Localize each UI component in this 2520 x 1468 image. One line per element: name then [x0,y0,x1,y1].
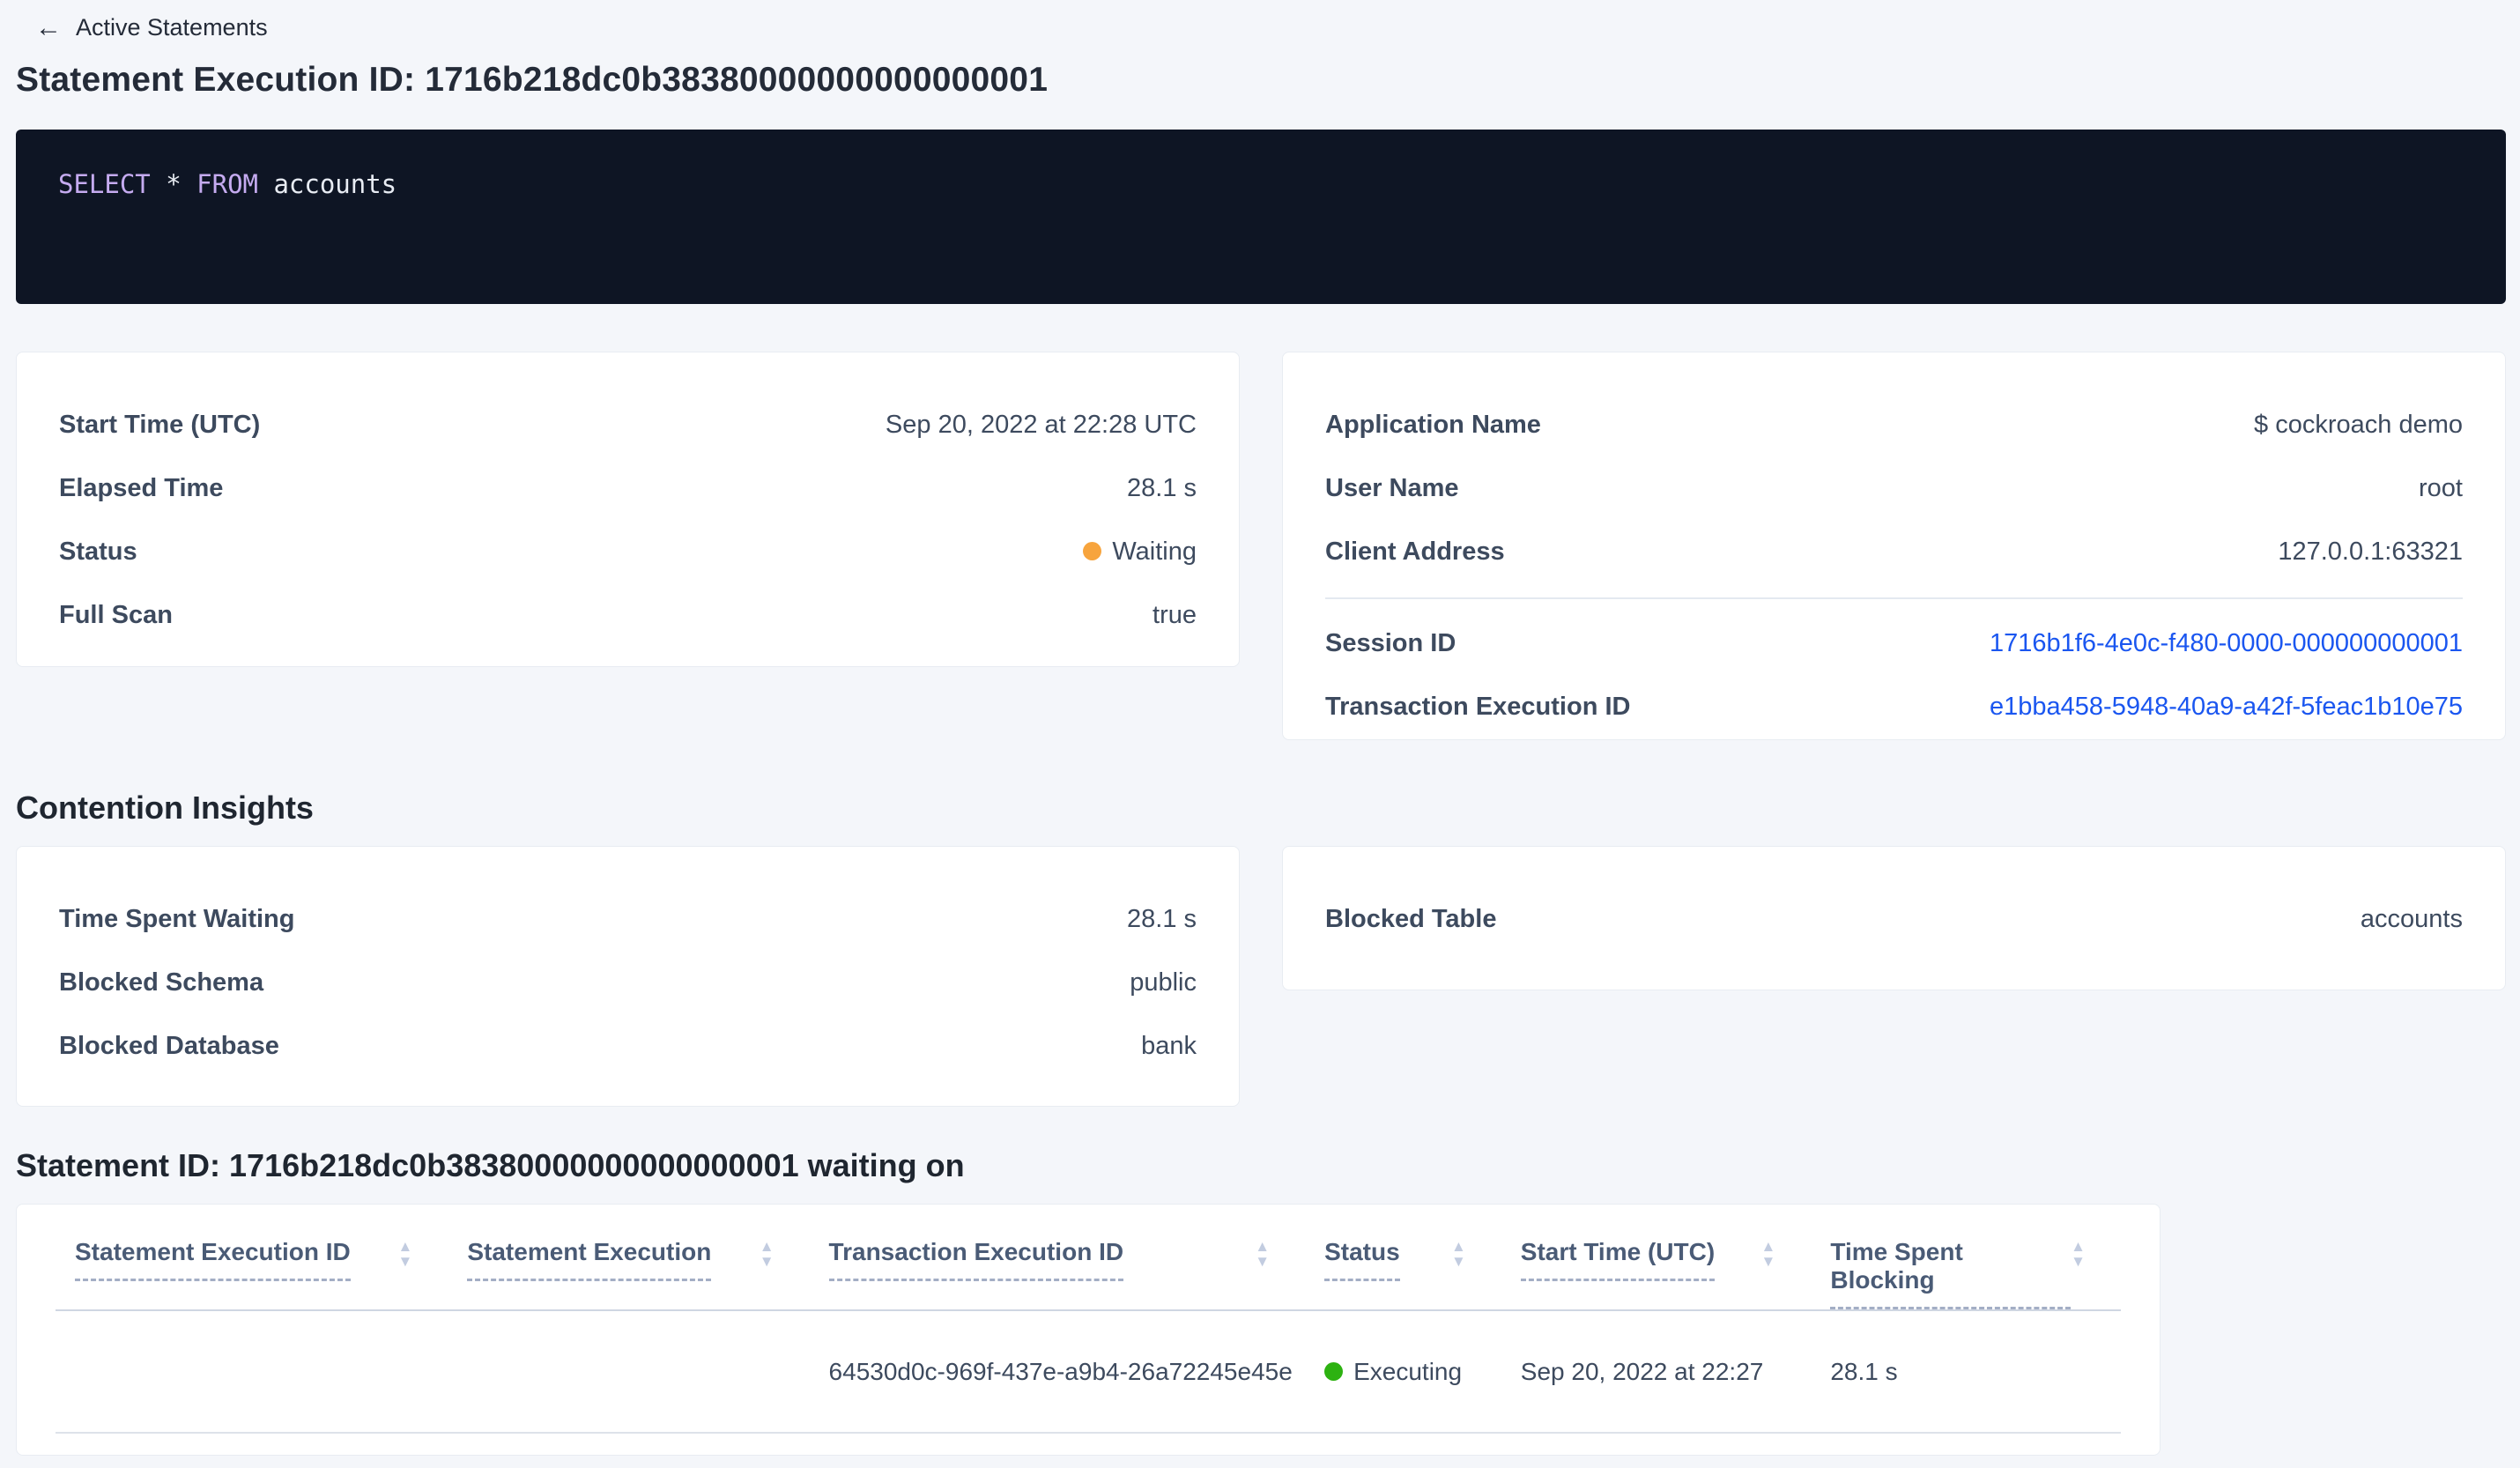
waiting-on-table: Statement Execution ID ▲ ▼ Statement Exec… [56,1205,2121,1434]
sql-keyword: SELECT [58,169,151,199]
start-time-label: Start Time (UTC) [59,410,261,439]
blocked-database-value: bank [1141,1031,1197,1060]
session-id-label: Session ID [1325,628,1456,657]
column-header-statement-execution-id[interactable]: Statement Execution ID ▲ ▼ [56,1205,448,1311]
blocked-schema-value: public [1130,968,1197,997]
waiting-status-dot-icon [1083,541,1102,560]
status-text: Waiting [1112,537,1197,566]
page-title: Statement Execution ID: 1716b218dc0b3838… [16,61,1049,99]
blocked-table-card: Blocked Table accounts [1282,846,2506,990]
full-scan-value: true [1153,600,1197,629]
contention-grid: Time Spent Waiting 28.1 s Blocked Schema… [16,846,2506,1107]
column-label: Status [1324,1238,1400,1281]
cell-statement-execution-id [56,1310,448,1434]
sort-icon: ▲ ▼ [2071,1238,2086,1270]
sort-icon: ▲ ▼ [1450,1238,1466,1270]
column-header-transaction-execution-id[interactable]: Transaction Execution ID ▲ ▼ [809,1205,1306,1311]
blocked-schema-label: Blocked Schema [59,968,264,997]
session-id-row: Session ID 1716b1f6-4e0c-f480-0000-00000… [1325,626,2463,661]
column-label: Statement Execution [467,1238,712,1281]
full-scan-row: Full Scan true [59,597,1197,633]
table-header-row: Statement Execution ID ▲ ▼ Statement Exec… [56,1205,2121,1311]
blocked-table-label: Blocked Table [1325,904,1497,933]
cell-status: Executing [1305,1310,1501,1434]
column-label: Time Spent Blocking [1830,1238,2072,1309]
cell-status-text: Executing [1353,1357,1463,1385]
application-name-label: Application Name [1325,410,1541,439]
column-label: Start Time (UTC) [1520,1238,1716,1281]
application-name-row: Application Name $ cockroach demo [1325,407,2463,442]
user-name-value: root [2419,473,2463,502]
column-label: Transaction Execution ID [828,1238,1124,1281]
blocked-table-row: Blocked Table accounts [1325,901,2463,937]
column-label: Statement Execution ID [75,1238,351,1281]
transaction-execution-id-row: Transaction Execution ID e1bba458-5948-4… [1325,689,2463,724]
sql-statement-box: SELECT * FROM accounts [16,130,2506,304]
elapsed-time-row: Elapsed Time 28.1 s [59,471,1197,506]
waiting-on-table-card: Statement Execution ID ▲ ▼ Statement Exec… [16,1204,2161,1456]
sql-text: accounts [258,169,397,199]
time-spent-waiting-label: Time Spent Waiting [59,904,295,933]
column-header-time-spent-blocking[interactable]: Time Spent Blocking ▲ ▼ [1811,1205,2121,1311]
time-spent-waiting-row: Time Spent Waiting 28.1 s [59,901,1197,937]
user-name-row: User Name root [1325,471,2463,506]
application-name-value: $ cockroach demo [2254,410,2463,439]
back-link[interactable]: ← Active Statements [35,14,2520,41]
sort-icon: ▲ ▼ [1255,1238,1271,1270]
cell-statement-execution [448,1310,810,1434]
status-value: Waiting [1083,538,1197,567]
session-card-divider [1325,597,2463,599]
sort-icon: ▲ ▼ [397,1238,413,1270]
cell-start-time: Sep 20, 2022 at 22:27 [1501,1310,1812,1434]
waiting-on-heading: Statement ID: 1716b218dc0b38380000000000… [16,1147,965,1183]
session-id-link[interactable]: 1716b1f6-4e0c-f480-0000-000000000001 [1990,629,2463,658]
session-card: Application Name $ cockroach demo User N… [1282,352,2506,740]
transaction-execution-id-link[interactable]: e1bba458-5948-40a9-a42f-5feac1b10e75 [1990,693,2463,722]
client-address-value: 127.0.0.1:63321 [2278,537,2463,566]
full-scan-label: Full Scan [59,600,173,629]
back-link-label: Active Statements [76,14,268,41]
sort-icon: ▲ ▼ [759,1238,775,1270]
blocked-database-label: Blocked Database [59,1031,279,1060]
status-label: Status [59,537,137,566]
overview-grid: Start Time (UTC) Sep 20, 2022 at 22:28 U… [16,352,2506,740]
executing-status-dot-icon [1324,1361,1344,1381]
status-row: Status Waiting [59,534,1197,569]
back-arrow-icon: ← [35,12,62,42]
blocked-schema-row: Blocked Schema public [59,965,1197,1000]
blocked-database-row: Blocked Database bank [59,1028,1197,1064]
cell-time-spent-blocking: 28.1 s [1811,1310,2121,1434]
start-time-value: Sep 20, 2022 at 22:28 UTC [885,410,1197,439]
sort-icon: ▲ ▼ [1760,1238,1776,1270]
contention-insights-heading: Contention Insights [16,790,314,826]
client-address-row: Client Address 127.0.0.1:63321 [1325,534,2463,569]
table-row: 64530d0c-969f-437e-a9b4-26a72245e45e Exe… [56,1310,2121,1434]
transaction-execution-id-label: Transaction Execution ID [1325,692,1631,721]
sql-keyword: FROM [196,169,258,199]
overview-card: Start Time (UTC) Sep 20, 2022 at 22:28 U… [16,352,1240,667]
start-time-row: Start Time (UTC) Sep 20, 2022 at 22:28 U… [59,407,1197,442]
contention-waiting-card: Time Spent Waiting 28.1 s Blocked Schema… [16,846,1240,1107]
column-header-statement-execution[interactable]: Statement Execution ▲ ▼ [448,1205,810,1311]
user-name-label: User Name [1325,473,1459,502]
column-header-status[interactable]: Status ▲ ▼ [1305,1205,1501,1311]
client-address-label: Client Address [1325,537,1505,566]
time-spent-waiting-value: 28.1 s [1127,904,1197,933]
column-header-start-time[interactable]: Start Time (UTC) ▲ ▼ [1501,1205,1812,1311]
cell-transaction-execution-id: 64530d0c-969f-437e-a9b4-26a72245e45e [809,1310,1306,1434]
elapsed-time-value: 28.1 s [1127,473,1197,502]
blocked-table-value: accounts [2360,904,2463,933]
sql-text: * [150,169,197,199]
elapsed-time-label: Elapsed Time [59,473,224,502]
